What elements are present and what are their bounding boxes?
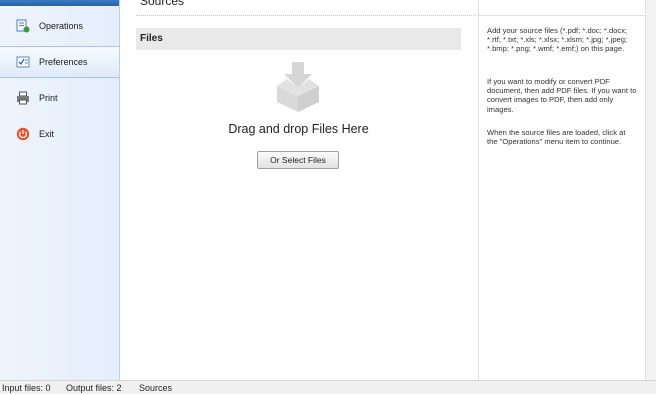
status-current-page: Sources bbox=[139, 383, 173, 393]
status-output-files: Output files: 2 bbox=[66, 383, 122, 393]
help-divider bbox=[479, 15, 646, 16]
sidebar-item-preferences[interactable]: Preferences bbox=[0, 46, 119, 78]
help-panel: Add your source files (*.pdf; *.doc; *.d… bbox=[478, 0, 646, 380]
title-divider bbox=[136, 15, 476, 16]
drop-zone-text: Drag and drop Files Here bbox=[228, 122, 369, 136]
help-paragraph-convert: If you want to modify or convert PDF doc… bbox=[487, 77, 637, 114]
sidebar-item-print[interactable]: Print bbox=[0, 82, 119, 114]
files-header: Files bbox=[136, 28, 461, 50]
page-title: Sources bbox=[140, 0, 185, 8]
status-input-files: Input files: 0 bbox=[2, 383, 51, 393]
window-edge-scrollbar[interactable] bbox=[645, 0, 656, 380]
help-paragraph-formats: Add your source files (*.pdf; *.doc; *.d… bbox=[487, 26, 628, 54]
sidebar-item-label: Operations bbox=[39, 21, 84, 31]
sidebar: Operations Preferences Print Exit bbox=[0, 0, 120, 380]
operations-icon bbox=[16, 19, 30, 33]
main-panel: Sources Files Drag and drop Files Here bbox=[120, 0, 478, 380]
sidebar-item-label: Print bbox=[39, 93, 58, 103]
sidebar-item-label: Exit bbox=[39, 129, 55, 139]
status-bar: Input files: 0 Output files: 2 Sources bbox=[0, 380, 656, 394]
download-box-icon bbox=[273, 60, 323, 112]
sidebar-item-label: Preferences bbox=[39, 57, 88, 67]
sidebar-item-operations[interactable]: Operations bbox=[0, 10, 119, 42]
preferences-icon bbox=[16, 55, 30, 69]
printer-icon bbox=[16, 91, 30, 105]
select-files-button[interactable]: Or Select Files bbox=[257, 151, 339, 169]
power-icon bbox=[16, 127, 30, 141]
help-paragraph-continue: When the source files are loaded, click … bbox=[487, 128, 626, 147]
sidebar-top-accent bbox=[0, 0, 119, 6]
sidebar-item-exit[interactable]: Exit bbox=[0, 118, 119, 150]
